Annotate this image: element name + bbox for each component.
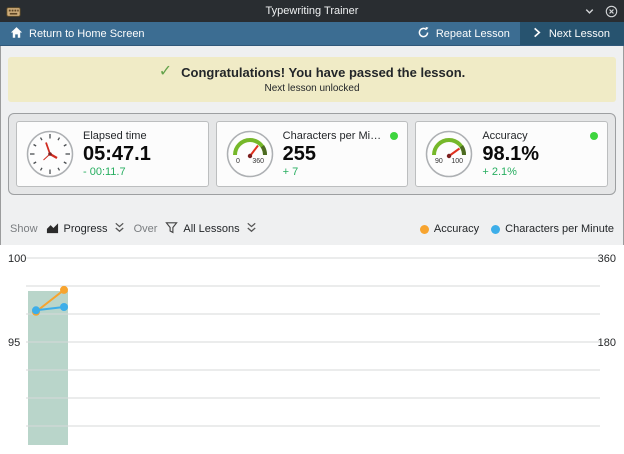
progress-chart: 100 95 360 180 xyxy=(0,245,624,454)
legend-accuracy: Accuracy xyxy=(420,223,479,235)
next-lesson-button[interactable]: Next Lesson xyxy=(520,22,624,45)
stat-label: Elapsed time xyxy=(83,130,147,142)
stat-change: + 2.1% xyxy=(482,166,598,178)
svg-text:95: 95 xyxy=(8,337,20,349)
status-dot xyxy=(590,132,598,140)
titlebar: Typewriting Trainer xyxy=(0,0,624,22)
stat-value: 05:47.1 xyxy=(83,142,199,166)
legend-accuracy-label: Accuracy xyxy=(434,223,479,235)
svg-text:360: 360 xyxy=(598,253,616,265)
area-chart-icon xyxy=(46,221,59,237)
svg-text:180: 180 xyxy=(598,337,616,349)
stat-card-accuracy: 90 100 Accuracy 98.1% + 2.1% xyxy=(415,121,608,187)
chart-legend: Accuracy Characters per Minute xyxy=(420,223,614,235)
progress-chart-svg: 100 95 360 180 xyxy=(0,245,624,445)
clock-icon xyxy=(26,130,74,178)
repeat-icon xyxy=(417,26,430,42)
accuracy-gauge-icon: 90 100 xyxy=(425,130,473,178)
repeat-lesson-label: Repeat Lesson xyxy=(436,28,510,40)
stat-card-elapsed-time: Elapsed time 05:47.1 - 00:11.7 xyxy=(16,121,209,187)
svg-text:100: 100 xyxy=(8,253,26,265)
svg-text:360: 360 xyxy=(252,158,264,165)
legend-cpm: Characters per Minute xyxy=(491,223,614,235)
show-label: Show xyxy=(10,223,38,235)
speed-gauge-icon: 0 360 xyxy=(226,130,274,178)
stat-label: Accuracy xyxy=(482,130,527,142)
return-home-label: Return to Home Screen xyxy=(29,28,145,40)
window-menu-icon[interactable] xyxy=(583,5,596,18)
accuracy-dot xyxy=(420,225,429,234)
stat-label: Characters per Min… xyxy=(283,130,387,142)
check-icon: ✓ xyxy=(159,64,172,80)
window-title: Typewriting Trainer xyxy=(0,5,624,17)
success-banner: ✓ Congratulations! You have passed the l… xyxy=(8,57,616,102)
stats-panel: Elapsed time 05:47.1 - 00:11.7 0 360 xyxy=(8,113,616,195)
svg-text:0: 0 xyxy=(236,158,240,165)
toolbar: Return to Home Screen Repeat Lesson Next… xyxy=(0,22,624,46)
filter-funnel-icon xyxy=(165,221,178,237)
stat-card-characters-per-minute: 0 360 Characters per Min… 255 + 7 xyxy=(216,121,409,187)
lesson-filter-combo[interactable]: All Lessons xyxy=(165,221,257,237)
status-dot xyxy=(390,132,398,140)
app-icon xyxy=(6,3,22,19)
return-home-button[interactable]: Return to Home Screen xyxy=(0,22,155,45)
svg-text:90: 90 xyxy=(435,158,443,165)
svg-text:100: 100 xyxy=(452,158,464,165)
main-content: ✓ Congratulations! You have passed the l… xyxy=(0,46,624,454)
close-icon[interactable] xyxy=(605,5,618,18)
over-label: Over xyxy=(134,223,158,235)
filter-row: Show Progress Over All Lessons xyxy=(10,221,614,237)
lesson-filter-value: All Lessons xyxy=(183,223,239,235)
repeat-lesson-button[interactable]: Repeat Lesson xyxy=(407,22,520,45)
double-chevron-icon xyxy=(113,221,126,237)
cpm-dot xyxy=(491,225,500,234)
next-lesson-label: Next Lesson xyxy=(549,28,610,40)
toolbar-spacer xyxy=(155,22,407,45)
window-controls xyxy=(583,5,618,18)
stat-change: - 00:11.7 xyxy=(83,166,199,178)
banner-subtitle: Next lesson unlocked xyxy=(18,83,606,94)
banner-title: Congratulations! You have passed the les… xyxy=(181,65,465,80)
home-icon xyxy=(10,26,23,42)
stat-change: + 7 xyxy=(283,166,399,178)
legend-cpm-label: Characters per Minute xyxy=(505,223,614,235)
next-arrow-icon xyxy=(530,26,543,42)
graph-type-value: Progress xyxy=(64,223,108,235)
stat-value: 255 xyxy=(283,142,399,166)
stat-value: 98.1% xyxy=(482,142,598,166)
app-window: Typewriting Trainer Return to Home Scree… xyxy=(0,0,624,454)
graph-type-combo[interactable]: Progress xyxy=(46,221,126,237)
double-chevron-icon xyxy=(245,221,258,237)
